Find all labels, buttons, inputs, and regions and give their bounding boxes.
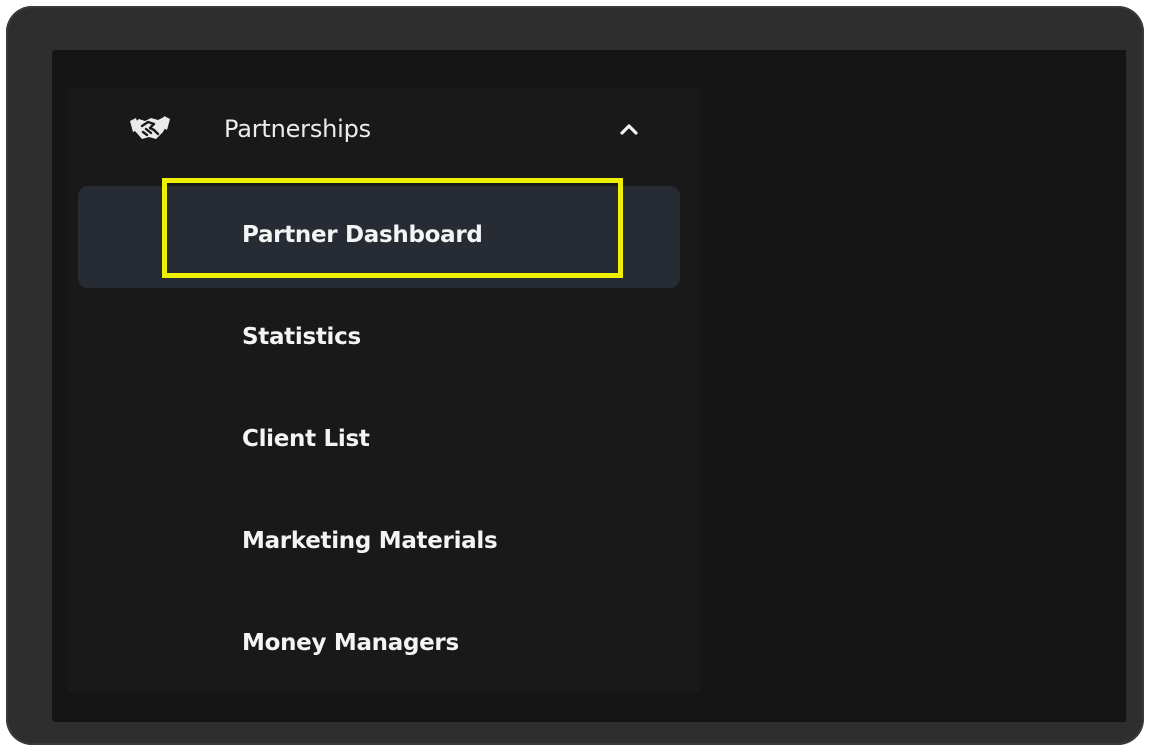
- sidebar-item-statistics[interactable]: Statistics: [78, 288, 680, 390]
- sidebar-item-label: Partner Dashboard: [242, 222, 483, 248]
- screen: Partnerships Partner Dashboard Statistic…: [52, 50, 1126, 722]
- sidebar-menu: Partnerships Partner Dashboard Statistic…: [68, 88, 700, 692]
- sidebar-item-label: Marketing Materials: [242, 528, 498, 554]
- sidebar-item-label: Money Managers: [242, 630, 459, 656]
- sidebar-item-label: Client List: [242, 426, 370, 452]
- sidebar-item-marketing-materials[interactable]: Marketing Materials: [78, 492, 680, 594]
- sidebar-item-money-managers[interactable]: Money Managers: [78, 594, 680, 696]
- sidebar-item-partner-dashboard[interactable]: Partner Dashboard: [78, 178, 680, 288]
- partnerships-section-header[interactable]: Partnerships: [68, 88, 700, 172]
- device-frame: Partnerships Partner Dashboard Statistic…: [6, 6, 1144, 745]
- sidebar-item-label: Statistics: [242, 324, 361, 350]
- handshake-icon: [130, 115, 170, 143]
- chevron-up-icon[interactable]: [616, 116, 642, 142]
- partnerships-label: Partnerships: [224, 115, 371, 143]
- sidebar-item-client-list[interactable]: Client List: [78, 390, 680, 492]
- content-panel: [702, 50, 1126, 722]
